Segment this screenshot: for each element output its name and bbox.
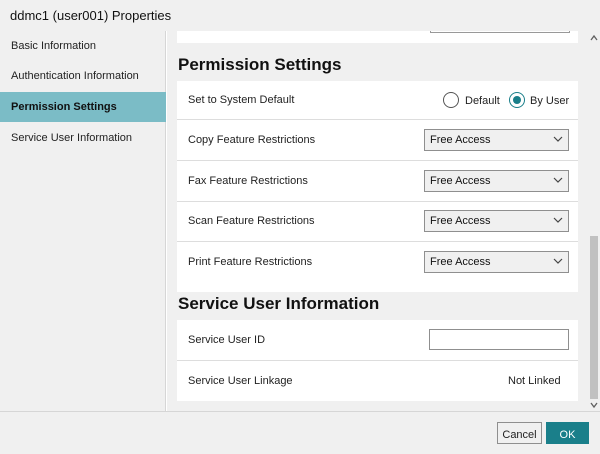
ok-button[interactable]: OK bbox=[546, 422, 589, 444]
sidebar: Basic Information Authentication Informa… bbox=[0, 31, 166, 411]
scan-restriction-label: Scan Feature Restrictions bbox=[188, 215, 315, 227]
service-user-linkage-label: Service User Linkage bbox=[188, 375, 293, 387]
print-restriction-select[interactable]: Free Access bbox=[424, 251, 569, 273]
service-user-linkage-value: Not Linked bbox=[508, 375, 561, 387]
service-user-id-input[interactable] bbox=[429, 329, 569, 350]
sidebar-item-permission-settings[interactable]: Permission Settings bbox=[0, 92, 166, 122]
scroll-up-icon[interactable] bbox=[590, 34, 598, 42]
chevron-down-icon bbox=[553, 217, 563, 223]
scan-restriction-select[interactable]: Free Access bbox=[424, 210, 569, 232]
service-user-linkage-row: Service User Linkage Not Linked bbox=[177, 360, 578, 401]
radio-default-label: Default bbox=[465, 95, 500, 107]
scrollbar[interactable] bbox=[588, 31, 600, 411]
scroll-down-icon[interactable] bbox=[590, 401, 598, 409]
copy-restriction-select[interactable]: Free Access bbox=[424, 129, 569, 151]
sidebar-item-basic-information[interactable]: Basic Information bbox=[0, 31, 166, 61]
chevron-down-icon bbox=[553, 177, 563, 183]
fax-restriction-value: Free Access bbox=[430, 175, 491, 187]
scan-restriction-value: Free Access bbox=[430, 215, 491, 227]
service-user-panel: Service User ID Service User Linkage Not… bbox=[177, 320, 578, 401]
copy-restriction-label: Copy Feature Restrictions bbox=[188, 134, 316, 146]
permission-settings-title: Permission Settings bbox=[178, 55, 342, 74]
scroll-thumb[interactable] bbox=[590, 236, 598, 399]
service-user-id-label: Service User ID bbox=[188, 334, 266, 346]
sidebar-item-authentication-information[interactable]: Authentication Information bbox=[0, 61, 166, 91]
print-restriction-value: Free Access bbox=[430, 256, 491, 268]
sidebar-item-service-user-information[interactable]: Service User Information bbox=[0, 123, 166, 153]
chevron-down-icon bbox=[553, 136, 563, 142]
permission-settings-panel: Set to System Default Default By User Co… bbox=[177, 81, 578, 292]
radio-default[interactable] bbox=[443, 92, 459, 108]
cancel-button[interactable]: Cancel bbox=[497, 422, 542, 444]
service-user-id-row: Service User ID bbox=[177, 320, 578, 360]
radio-by-user[interactable] bbox=[509, 92, 525, 108]
system-default-row: Set to System Default Default By User bbox=[177, 81, 578, 119]
fax-restriction-select[interactable]: Free Access bbox=[424, 170, 569, 192]
fax-restriction-row: Fax Feature Restrictions Free Access bbox=[177, 160, 578, 201]
print-restriction-row: Print Feature Restrictions Free Access bbox=[177, 241, 578, 282]
radio-by-user-label: By User bbox=[530, 95, 570, 107]
copy-restriction-row: Copy Feature Restrictions Free Access bbox=[177, 119, 578, 160]
window-title: ddmc1 (user001) Properties bbox=[0, 0, 600, 31]
print-restriction-label: Print Feature Restrictions bbox=[188, 256, 313, 268]
service-user-title: Service User Information bbox=[178, 294, 380, 313]
system-default-label: Set to System Default bbox=[188, 94, 295, 106]
main-content: Permission Settings Set to System Defaul… bbox=[167, 31, 588, 411]
copy-restriction-value: Free Access bbox=[430, 134, 491, 146]
dialog-footer: Cancel OK bbox=[0, 411, 600, 454]
previous-section-panel bbox=[177, 31, 578, 43]
scan-restriction-row: Scan Feature Restrictions Free Access bbox=[177, 201, 578, 241]
fax-restriction-label: Fax Feature Restrictions bbox=[188, 175, 308, 187]
previous-section-field[interactable] bbox=[430, 31, 570, 33]
chevron-down-icon bbox=[553, 258, 563, 264]
